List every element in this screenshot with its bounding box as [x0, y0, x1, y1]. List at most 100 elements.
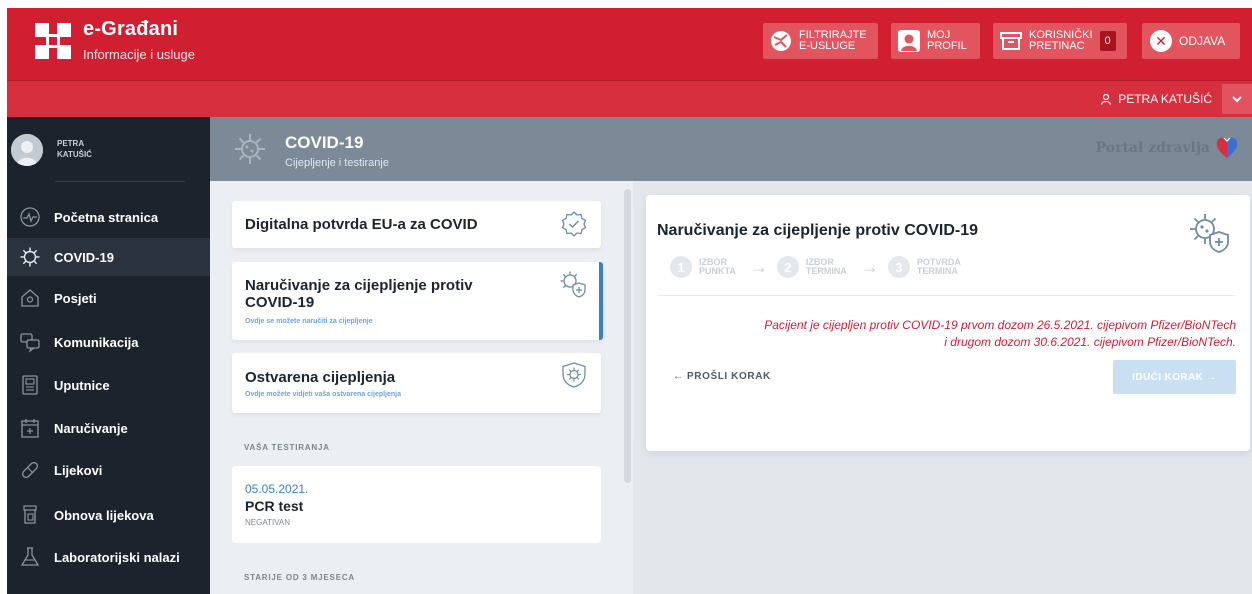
- step-confirm-term: 3 POTVRDA TERMINA: [887, 256, 961, 278]
- services-scrollbar[interactable]: [622, 181, 633, 594]
- virus-shield-icon: [1188, 212, 1230, 254]
- sidebar-item-uputnice[interactable]: Uputnice: [7, 366, 210, 404]
- card-completed-vaccinations[interactable]: Ostvarena cijepljenja Ovdje možete vidje…: [232, 353, 601, 413]
- person-icon: [1100, 93, 1112, 105]
- card-vaccination-booking[interactable]: Naručivanje za cijepljenje protiv COVID-…: [232, 262, 603, 340]
- portal-zdravlja-link[interactable]: Portal zdravlja: [1096, 140, 1210, 156]
- card-title: Digitalna potvrda EU-a za COVID: [245, 216, 478, 233]
- step-label: IZBOR TERMINA: [805, 257, 847, 276]
- sidebar-item-obnova-lijekova[interactable]: Obnova lijekova: [7, 496, 210, 534]
- calendar-icon: [19, 417, 41, 439]
- virus-icon: [232, 131, 268, 167]
- current-user[interactable]: PETRA KATUŠIĆ: [1100, 92, 1212, 106]
- sidebar-item-narucivanje[interactable]: Naručivanje: [7, 409, 210, 447]
- panel-title: Naručivanje za cijepljenje protiv COVID-…: [657, 222, 978, 239]
- sidebar-item-label: Komunikacija: [54, 334, 139, 350]
- card-title: Naručivanje za cijepljenje protiv COVID-…: [245, 277, 473, 311]
- sidebar-item-laboratorijski-nalazi[interactable]: Laboratorijski nalazi: [7, 538, 210, 576]
- top-header: e-Građani Informacije i usluge FILTRIRAJ…: [7, 8, 1252, 80]
- sidebar-item-pocetna[interactable]: Početna stranica: [7, 198, 210, 236]
- document-icon: [19, 374, 41, 396]
- sidebar-user-name: PETRA KATUŠIĆ: [57, 139, 92, 159]
- vaccination-status-line-2: i drugom dozom 30.6.2021. cijepivom Pfiz…: [944, 335, 1236, 349]
- sidebar-item-label: COVID-19: [54, 249, 114, 265]
- shield-virus-icon: [560, 361, 588, 389]
- virus-shield-icon: [559, 270, 587, 298]
- pill-icon: [19, 459, 41, 481]
- logout-label: ODJAVA: [1179, 33, 1226, 48]
- page-subtitle: Cijepljenje i testiranje: [285, 157, 389, 169]
- close-icon: ✕: [1150, 30, 1172, 52]
- sidebar-item-lijekovi[interactable]: Lijekovi: [7, 451, 210, 489]
- virus-icon: [19, 246, 41, 268]
- content-header: COVID-19 Cijepljenje i testiranje Portal…: [210, 117, 1252, 181]
- step-number: 1: [670, 256, 692, 278]
- card-description: Ovdje možete vidjeti vaša ostvarena cije…: [245, 391, 402, 398]
- test-name: PCR test: [245, 498, 304, 514]
- sidebar-item-label: Naručivanje: [54, 420, 128, 436]
- certificate-badge-icon: [560, 210, 588, 238]
- card-eu-digital-certificate[interactable]: Digitalna potvrda EU-a za COVID: [232, 201, 601, 248]
- flask-icon: [19, 546, 41, 568]
- inbox-icon: [999, 29, 1023, 53]
- filter-services-label: FILTRIRAJTE E-USLUGE: [799, 29, 867, 52]
- step-select-term: 2 IZBOR TERMINA: [776, 256, 847, 278]
- test-date: 05.05.2021.: [245, 482, 309, 496]
- section-older-than-3-months: STARIJE OD 3 MJESECA: [244, 573, 355, 582]
- sidebar-item-label: Uputnice: [54, 377, 110, 393]
- sidebar-item-label: Posjeti: [54, 290, 97, 306]
- sidebar-item-label: Laboratorijski nalazi: [54, 549, 180, 565]
- inbox-count-badge: 0: [1099, 31, 1116, 51]
- egradjani-logo-icon[interactable]: [35, 23, 71, 59]
- user-inbox-button[interactable]: KORISNIČKI PRETINAC 0: [993, 23, 1127, 59]
- logout-button[interactable]: ✕ ODJAVA: [1142, 23, 1240, 59]
- user-menu-dropdown-button[interactable]: [1222, 84, 1252, 114]
- next-step-button[interactable]: IDUĆI KORAK →: [1113, 360, 1236, 394]
- brand-title[interactable]: e-Građani: [83, 18, 178, 41]
- scrollbar-thumb[interactable]: [624, 189, 631, 483]
- chevron-down-icon: [1232, 95, 1242, 103]
- step-number: 2: [776, 256, 799, 278]
- card-description: Ovdje se možete naručiti za cijepljenje: [245, 318, 373, 325]
- my-profile-label: MOJ PROFIL: [927, 29, 967, 52]
- user-bar: PETRA KATUŠIĆ: [7, 80, 1252, 117]
- sidebar-divider: [55, 181, 185, 182]
- profile-icon: [897, 29, 921, 53]
- current-user-name: PETRA KATUŠIĆ: [1118, 92, 1212, 106]
- portal-heart-icon[interactable]: [1215, 134, 1239, 160]
- vaccination-booking-panel: Naručivanje za cijepljenje protiv COVID-…: [646, 195, 1250, 451]
- vaccination-status-message: Pacijent je cijepljen protiv COVID-19 pr…: [656, 317, 1236, 351]
- panel-divider: [657, 295, 1235, 296]
- step-select-point: 1 IZBOR PUNKTA: [670, 256, 736, 278]
- sidebar-item-posjeti[interactable]: Posjeti: [7, 279, 210, 317]
- prescription-icon: [19, 504, 41, 526]
- brand-subtitle: Informacije i usluge: [83, 47, 195, 62]
- filter-services-button[interactable]: FILTRIRAJTE E-USLUGE: [763, 23, 878, 59]
- globe-icon: [769, 29, 793, 53]
- user-inbox-label: KORISNIČKI PRETINAC: [1029, 29, 1093, 52]
- chat-icon: [19, 331, 41, 353]
- test-card[interactable]: 05.05.2021. PCR test NEGATIVAN: [232, 466, 601, 543]
- booking-steps: 1 IZBOR PUNKTA → 2 IZBOR TERMINA → 3 POT…: [670, 253, 961, 281]
- arrow-right-icon: →: [749, 257, 768, 277]
- step-label: IZBOR PUNKTA: [699, 257, 736, 276]
- house-icon: [19, 287, 41, 309]
- vaccination-status-line-1: Pacijent je cijepljen protiv COVID-19 pr…: [764, 318, 1236, 332]
- step-label: POTVRDA TERMINA: [916, 257, 961, 276]
- avatar[interactable]: [11, 134, 43, 166]
- sidebar-item-label: Obnova lijekova: [54, 507, 154, 523]
- page-title: COVID-19: [285, 133, 364, 152]
- step-number: 3: [887, 256, 910, 278]
- sidebar-item-covid[interactable]: COVID-19: [7, 238, 210, 276]
- previous-step-button[interactable]: ← PROŠLI KORAK: [673, 371, 771, 382]
- sidebar-user[interactable]: PETRA KATUŠIĆ: [7, 117, 210, 181]
- section-your-tests: VAŠA TESTIRANJA: [244, 443, 330, 452]
- sidebar-item-label: Lijekovi: [54, 462, 103, 478]
- my-profile-button[interactable]: MOJ PROFIL: [891, 23, 980, 59]
- card-title: Ostvarena cijepljenja: [245, 369, 396, 386]
- arrow-right-icon: →: [860, 257, 879, 277]
- pulse-icon: [19, 206, 41, 228]
- sidebar: PETRA KATUŠIĆ Početna stranica COVID-19 …: [7, 117, 210, 594]
- sidebar-item-komunikacija[interactable]: Komunikacija: [7, 323, 210, 361]
- test-result: NEGATIVAN: [245, 518, 291, 527]
